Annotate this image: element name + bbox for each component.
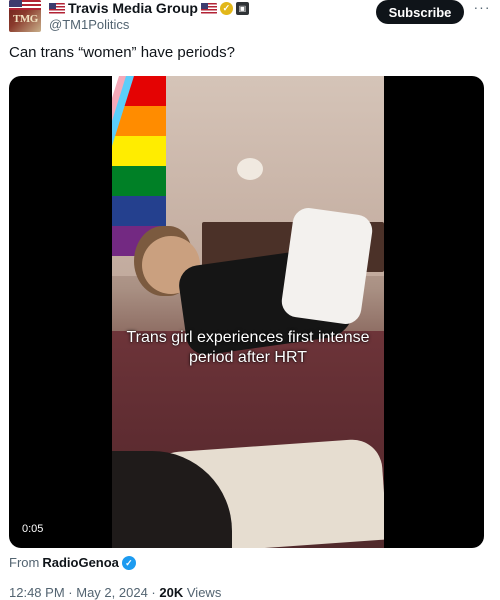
video-player[interactable]: Trans girl experiences first intense per… — [9, 76, 484, 548]
post-date[interactable]: May 2, 2024 — [76, 585, 148, 600]
post-meta: 12:48 PM · May 2, 2024 · 20K Views — [9, 585, 221, 600]
video-timestamp: 0:05 — [17, 521, 49, 537]
post-time[interactable]: 12:48 PM — [9, 585, 65, 600]
affiliate-badge-icon[interactable]: ▣ — [235, 1, 249, 15]
us-flag-icon — [49, 2, 65, 14]
gold-verified-icon[interactable]: ✓ — [219, 1, 233, 15]
author-avatar[interactable]: TMG — [9, 0, 41, 32]
more-options-icon[interactable]: ··· — [470, 0, 494, 20]
avatar-monogram: TMG — [13, 13, 38, 25]
video-caption: Trans girl experiences first intense per… — [126, 329, 370, 366]
from-label: From — [9, 555, 40, 570]
post-text: Can trans “women” have periods? — [9, 44, 235, 61]
meta-separator: · — [68, 585, 73, 600]
towel-image — [279, 205, 375, 327]
lamp-image — [237, 158, 263, 180]
us-flag-icon — [200, 2, 217, 14]
author-handle[interactable]: @TM1Politics — [49, 17, 129, 32]
blue-verified-icon: ✓ — [121, 555, 136, 570]
meta-separator: · — [151, 585, 156, 600]
views-label: Views — [186, 585, 222, 600]
author-name-row: Travis Media Group ✓ ▣ — [49, 0, 249, 16]
views-count: 20K — [159, 585, 184, 600]
avatar-flag-canton — [9, 0, 22, 7]
subscribe-button[interactable]: Subscribe — [376, 0, 464, 24]
source-name-link[interactable]: RadioGenoa — [42, 555, 119, 570]
author-display-name[interactable]: Travis Media Group — [68, 0, 198, 16]
video-frame: Trans girl experiences first intense per… — [112, 76, 384, 548]
post-header: TMG Travis Media Group ✓ ▣ @TM1Politics … — [0, 0, 500, 40]
source-attribution: From RadioGenoa ✓ — [9, 555, 136, 570]
